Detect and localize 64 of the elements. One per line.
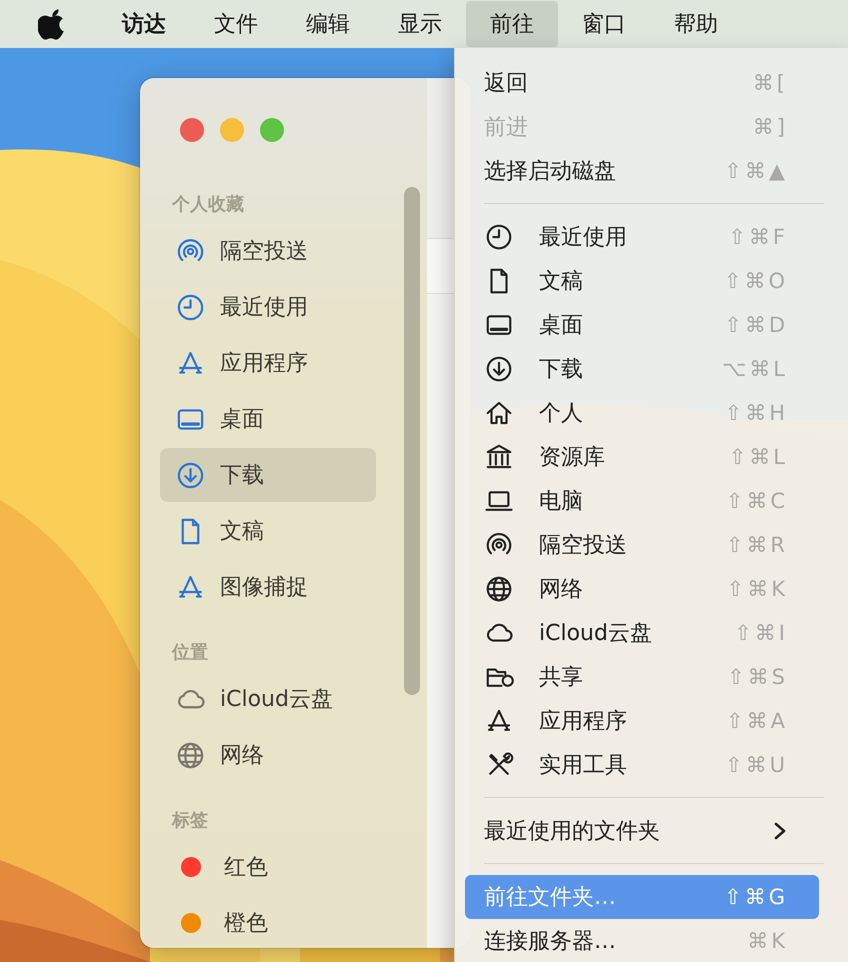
minimize-button[interactable]	[220, 118, 244, 142]
menu-bar-item[interactable]: 文件	[190, 1, 282, 47]
shortcut-label: ⌘[	[752, 71, 788, 95]
menu-item[interactable]: 资源库 ⇧⌘L	[465, 435, 819, 479]
menu-item[interactable]: 返回 ⌘[	[465, 61, 819, 105]
download-icon	[484, 354, 514, 384]
close-button[interactable]	[180, 118, 204, 142]
shortcut-label: ⇧⌘C	[726, 489, 788, 513]
sidebar-item[interactable]: 橙色	[160, 896, 376, 948]
sidebar-item[interactable]: 下载	[160, 448, 376, 502]
shortcut-label: ⇧⌘D	[724, 313, 788, 337]
shortcut-label: ⇧⌘F	[728, 225, 788, 249]
scrollbar-thumb[interactable]	[404, 187, 420, 695]
sidebar-item[interactable]: 网络	[160, 728, 376, 782]
sidebar-item[interactable]: 红色	[160, 840, 376, 894]
clock-icon	[484, 222, 514, 252]
shortcut-label: ⇧⌘K	[726, 577, 788, 601]
shortcut-label: ⇧⌘L	[728, 445, 788, 469]
sidebar-item[interactable]: iCloud云盘	[160, 672, 376, 726]
sidebar-item[interactable]: 应用程序	[160, 336, 376, 390]
sidebar-section-header: 位置	[170, 641, 209, 665]
menu-item[interactable]: 选择启动磁盘 ⇧⌘▲	[465, 149, 819, 193]
menu-item[interactable]: 下载 ⌥⌘L	[465, 347, 819, 391]
shortcut-label: ⇧⌘H	[724, 401, 788, 425]
menu-bar-item[interactable]: 前往	[466, 1, 558, 47]
menu-item[interactable]: 最近使用 ⇧⌘F	[465, 215, 819, 259]
shortcut-label: ⇧⌘O	[724, 269, 788, 293]
shortcut-label: ⌘K	[747, 929, 788, 953]
menu-bar-item[interactable]: 编辑	[282, 1, 374, 47]
shortcut-label: ⇧⌘S	[727, 665, 788, 689]
shortcut-label: ⌥⌘L	[722, 357, 788, 381]
menu-bar-item[interactable]: 帮助	[650, 1, 742, 47]
menu-item[interactable]: 连接服务器… ⌘K	[465, 919, 819, 962]
shortcut-label: ⌘]	[752, 115, 788, 139]
shortcut-label: ⇧⌘A	[726, 709, 788, 733]
shortcut-label: ⇧⌘▲	[724, 159, 788, 183]
menu-item[interactable]: 文稿 ⇧⌘O	[465, 259, 819, 303]
menu-item[interactable]: 桌面 ⇧⌘D	[465, 303, 819, 347]
sidebar-section-header: 个人收藏	[170, 193, 245, 217]
shortcut-label: ⇧⌘I	[734, 621, 788, 645]
shortcut-label: ⇧⌘U	[725, 753, 788, 777]
sidebar-section-header: 标签	[170, 809, 209, 833]
menu-item[interactable]: 应用程序 ⇧⌘A	[465, 699, 819, 743]
sidebar-item[interactable]: 图像捕捉	[160, 560, 376, 614]
chevron-right-icon	[772, 821, 788, 841]
menu-item[interactable]: 网络 ⇧⌘K	[465, 567, 819, 611]
menu-item[interactable]: 实用工具 ⇧⌘U	[465, 743, 819, 787]
sidebar-item[interactable]: 文稿	[160, 504, 376, 558]
menu-bar-item[interactable]: 窗口	[558, 1, 650, 47]
sidebar-item[interactable]: 桌面	[160, 392, 376, 446]
menu-item[interactable]: 隔空投送 ⇧⌘R	[465, 523, 819, 567]
menu-item[interactable]: 电脑 ⇧⌘C	[465, 479, 819, 523]
menu-bar-item[interactable]: 显示	[374, 1, 466, 47]
menu-item[interactable]: 最近使用的文件夹	[465, 809, 819, 853]
zoom-button[interactable]	[260, 118, 284, 142]
sidebar-item[interactable]: 最近使用	[160, 280, 376, 334]
shortcut-label: ⇧⌘G	[724, 885, 788, 909]
shortcut-label: ⇧⌘R	[726, 533, 788, 557]
menu-item[interactable]: 共享 ⇧⌘S	[465, 655, 819, 699]
sidebar-item[interactable]: 隔空投送	[160, 224, 376, 278]
menu-bar-item[interactable]: 访达	[98, 1, 190, 47]
menu-item[interactable]: iCloud云盘 ⇧⌘I	[465, 611, 819, 655]
menu-item[interactable]: 个人 ⇧⌘H	[465, 391, 819, 435]
globe-icon	[484, 574, 514, 604]
